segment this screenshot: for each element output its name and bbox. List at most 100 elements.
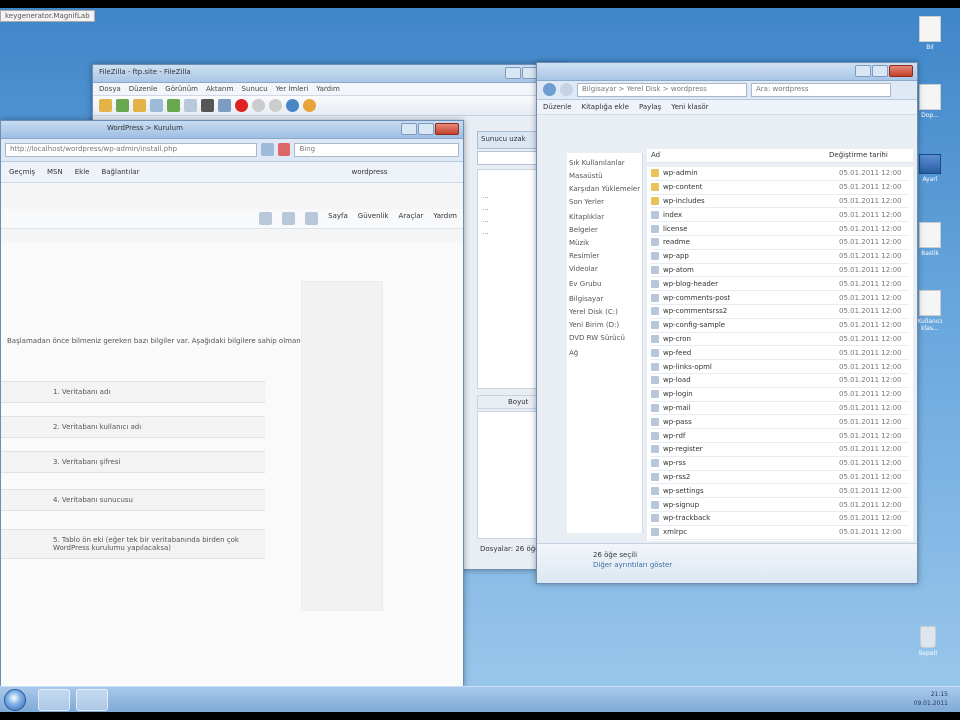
- desktop-icon-bil[interactable]: Bil: [910, 16, 950, 51]
- print-icon[interactable]: [305, 212, 319, 225]
- file-row[interactable]: wp-settings 05.01.2011 12:00: [651, 484, 909, 499]
- nav-item[interactable]: Kitaplıklar: [569, 211, 640, 224]
- file-row[interactable]: wp-signup 05.01.2011 12:00: [651, 498, 909, 512]
- tab-wordpress[interactable]: wordpress: [351, 168, 387, 176]
- organize-button[interactable]: Düzenle: [543, 103, 572, 111]
- column-header-date[interactable]: Değiştirme tarihi: [829, 151, 909, 160]
- column-header-name[interactable]: Ad: [651, 151, 829, 160]
- file-row[interactable]: readme 05.01.2011 12:00: [651, 236, 909, 250]
- file-row[interactable]: wp-rss 05.01.2011 12:00: [651, 457, 909, 471]
- close-button[interactable]: [889, 65, 913, 77]
- refresh-icon[interactable]: [260, 143, 274, 156]
- nav-item[interactable]: Yeni Birim (D:): [569, 319, 640, 332]
- file-row[interactable]: wp-register 05.01.2011 12:00: [651, 443, 909, 457]
- system-clock[interactable]: 21:15 09.01.2011: [914, 690, 948, 708]
- nav-item[interactable]: Karşıdan Yüklemeler: [569, 183, 640, 196]
- help-menu[interactable]: Yardım: [433, 212, 457, 225]
- browser-titlebar[interactable]: WordPress > Kurulum: [1, 121, 463, 139]
- nav-item[interactable]: Son Yerler: [569, 196, 640, 209]
- menu-item[interactable]: Dosya: [99, 85, 121, 93]
- file-row[interactable]: wp-login 05.01.2011 12:00: [651, 388, 909, 402]
- search-remote-icon[interactable]: [303, 99, 316, 112]
- minimize-button[interactable]: [401, 123, 417, 135]
- nav-item[interactable]: Belgeler: [569, 224, 640, 237]
- url-input[interactable]: http://localhost/wordpress/wp-admin/inst…: [5, 143, 257, 157]
- menu-item[interactable]: Yardım: [316, 85, 340, 93]
- file-row[interactable]: wp-rss2 05.01.2011 12:00: [651, 471, 909, 485]
- filter-icon[interactable]: [184, 99, 197, 112]
- page-menu[interactable]: Sayfa: [328, 212, 348, 225]
- file-row[interactable]: wp-feed 05.01.2011 12:00: [651, 346, 909, 361]
- file-row[interactable]: wp-pass 05.01.2011 12:00: [651, 415, 909, 430]
- file-row[interactable]: index 05.01.2011 12:00: [651, 208, 909, 223]
- file-row[interactable]: wp-rdf 05.01.2011 12:00: [651, 429, 909, 443]
- menu-item[interactable]: Aktarım: [206, 85, 234, 93]
- show-details-link[interactable]: Diğer ayrıntıları göster: [593, 560, 861, 570]
- library-button[interactable]: Kitaplığa ekle: [582, 103, 629, 111]
- file-row[interactable]: license 05.01.2011 12:00: [651, 222, 909, 236]
- close-button[interactable]: [435, 123, 459, 135]
- nav-item[interactable]: Videolar: [569, 263, 640, 276]
- explorer-search-input[interactable]: Ara: wordpress: [751, 83, 891, 97]
- back-icon[interactable]: [543, 83, 556, 96]
- nav-item[interactable]: Ev Grubu: [569, 278, 640, 291]
- site-manager-icon[interactable]: [99, 99, 112, 112]
- file-row[interactable]: wp-config-sample 05.01.2011 12:00: [651, 319, 909, 333]
- nav-item[interactable]: Yerel Disk (C:): [569, 306, 640, 319]
- explorer-window[interactable]: Bilgisayar > Yerel Disk > wordpress Ara:…: [536, 62, 918, 584]
- stop-icon[interactable]: [277, 143, 291, 156]
- toggle-log-icon[interactable]: [150, 99, 163, 112]
- nav-item[interactable]: Resimler: [569, 250, 640, 263]
- sync-icon[interactable]: [286, 99, 299, 112]
- menu-item[interactable]: Sunucu: [242, 85, 268, 93]
- safety-menu[interactable]: Güvenlik: [358, 212, 389, 225]
- file-row[interactable]: wp-atom 05.01.2011 12:00: [651, 264, 909, 278]
- home-icon[interactable]: [259, 212, 273, 225]
- maximize-button[interactable]: [872, 65, 888, 77]
- feeds-icon[interactable]: [282, 212, 296, 225]
- file-row[interactable]: wp-commentsrss2 05.01.2011 12:00: [651, 305, 909, 319]
- file-row[interactable]: wp-app 05.01.2011 12:00: [651, 250, 909, 264]
- cancel-icon[interactable]: [235, 99, 248, 112]
- fav-item[interactable]: Bağlantılar: [101, 168, 139, 176]
- reconnect-icon[interactable]: [269, 99, 282, 112]
- file-row[interactable]: wp-comments-post 05.01.2011 12:00: [651, 291, 909, 305]
- taskbar-explorer-button[interactable]: [76, 689, 108, 711]
- fav-item[interactable]: Geçmiş: [9, 168, 35, 176]
- fav-item[interactable]: Ekle: [75, 168, 90, 176]
- file-row[interactable]: wp-load 05.01.2011 12:00: [651, 374, 909, 388]
- taskbar-ie-button[interactable]: [38, 689, 70, 711]
- new-folder-button[interactable]: Yeni klasör: [671, 103, 708, 111]
- file-row[interactable]: wp-trackback 05.01.2011 12:00: [651, 512, 909, 526]
- minimize-button[interactable]: [505, 67, 521, 79]
- start-button[interactable]: [4, 689, 26, 711]
- forward-icon[interactable]: [560, 83, 573, 96]
- tools-menu[interactable]: Araçlar: [399, 212, 424, 225]
- minimize-button[interactable]: [855, 65, 871, 77]
- browser-search-input[interactable]: Bing: [294, 143, 459, 157]
- file-row[interactable]: wp-mail 05.01.2011 12:00: [651, 402, 909, 416]
- nav-item[interactable]: Bilgisayar: [569, 293, 640, 306]
- menu-item[interactable]: Yer İmleri: [276, 85, 309, 93]
- nav-item[interactable]: Masaüstü: [569, 170, 640, 183]
- nav-item[interactable]: Sık Kullanılanlar: [569, 157, 640, 170]
- file-row[interactable]: wp-content 05.01.2011 12:00: [651, 181, 909, 195]
- folder-icon[interactable]: [133, 99, 146, 112]
- file-row[interactable]: wp-blog-header 05.01.2011 12:00: [651, 277, 909, 292]
- file-row[interactable]: wp-links-opml 05.01.2011 12:00: [651, 360, 909, 374]
- file-row[interactable]: wp-cron 05.01.2011 12:00: [651, 333, 909, 347]
- toggle-tree-icon[interactable]: [201, 99, 214, 112]
- nav-item[interactable]: Ağ: [569, 347, 640, 360]
- file-row[interactable]: wp-admin 05.01.2011 12:00: [651, 167, 909, 181]
- fav-item[interactable]: MSN: [47, 168, 63, 176]
- file-row[interactable]: wp-includes 05.01.2011 12:00: [651, 195, 909, 209]
- file-row[interactable]: xmlrpc 05.01.2011 12:00: [651, 526, 909, 540]
- ftp-titlebar[interactable]: FileZilla - ftp.site - FileZilla: [93, 65, 567, 83]
- compare-icon[interactable]: [218, 99, 231, 112]
- nav-item[interactable]: Müzik: [569, 237, 640, 250]
- desktop-icon-recycle-bin[interactable]: Sepeti: [908, 626, 948, 657]
- menu-item[interactable]: Görünüm: [165, 85, 198, 93]
- explorer-nav-pane[interactable]: Sık Kullanılanlar Masaüstü Karşıdan Yükl…: [567, 153, 643, 533]
- browser-window[interactable]: WordPress > Kurulum http://localhost/wor…: [0, 120, 464, 690]
- nav-item[interactable]: DVD RW Sürücü: [569, 332, 640, 345]
